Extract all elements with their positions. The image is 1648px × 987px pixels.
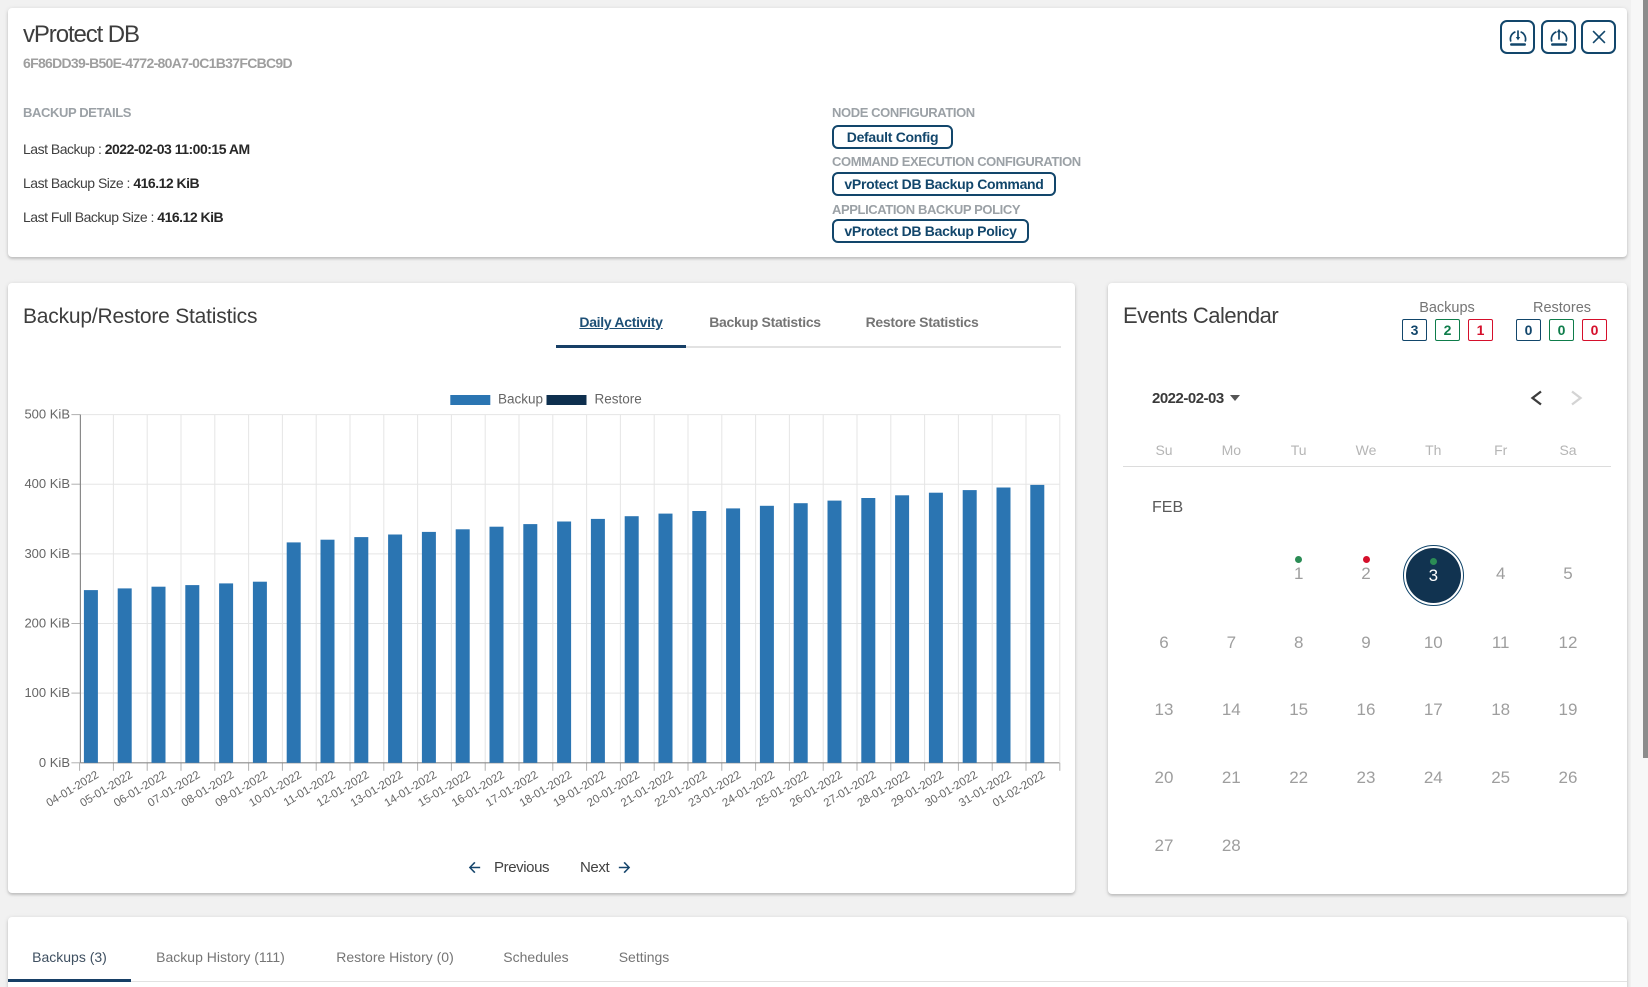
svg-text:300 KiB: 300 KiB — [24, 546, 70, 561]
svg-text:Backup: Backup — [498, 392, 543, 407]
svg-text:0 KiB: 0 KiB — [39, 755, 70, 770]
svg-text:200 KiB: 200 KiB — [24, 616, 70, 631]
svg-text:400 KiB: 400 KiB — [24, 476, 70, 491]
svg-text:500 KiB: 500 KiB — [24, 407, 70, 422]
svg-text:Restore: Restore — [595, 392, 642, 407]
svg-text:100 KiB: 100 KiB — [24, 685, 70, 700]
